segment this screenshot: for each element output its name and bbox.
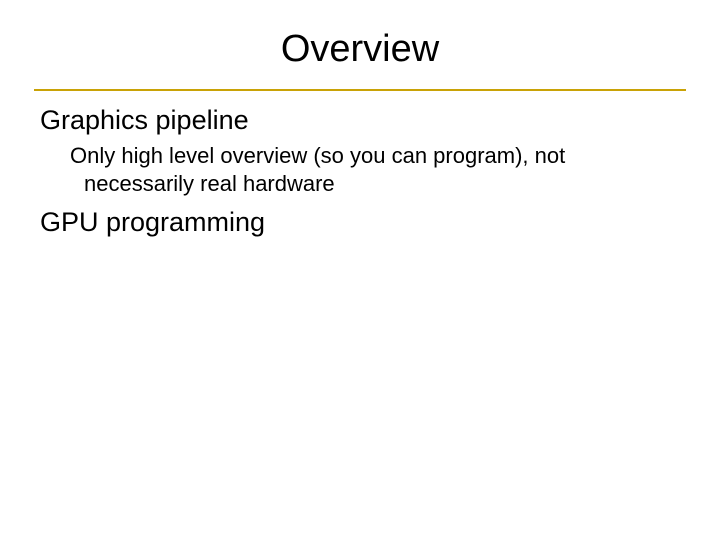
title-underline [34,89,686,91]
slide: Overview Graphics pipeline Only high lev… [0,0,720,540]
subbullet-pipeline-detail: Only high level overview (so you can pro… [70,142,680,197]
slide-body: Graphics pipeline Only high level overvi… [40,105,680,238]
bullet-graphics-pipeline: Graphics pipeline [40,105,680,136]
bullet-gpu-programming: GPU programming [40,207,680,238]
slide-title: Overview [0,28,720,71]
